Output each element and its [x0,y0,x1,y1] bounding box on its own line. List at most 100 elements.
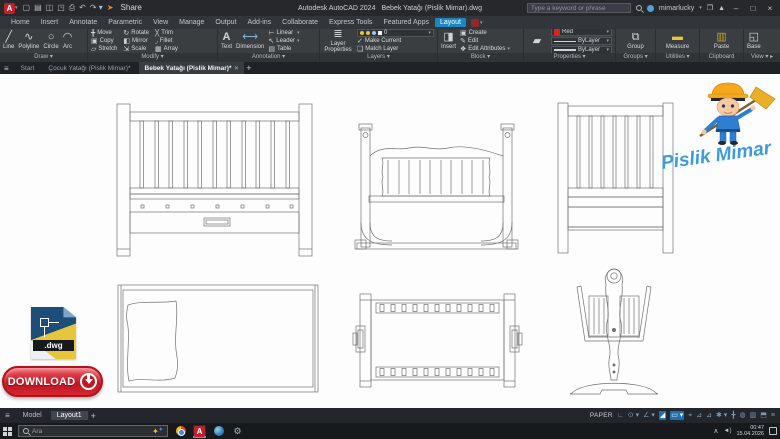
autodesk-icon[interactable]: ▲ [718,5,725,12]
panel-label-groups[interactable]: Groups ▾ [616,53,655,62]
notification-center-icon[interactable] [769,427,777,435]
close-button[interactable]: × [764,4,776,13]
layer-properties-tool[interactable]: ≣Layer Properties [323,29,353,53]
maximize-button[interactable]: □ [747,4,759,13]
saveas-icon[interactable]: ◳ [57,3,65,13]
layer-dropdown[interactable]: 0 ▾ [357,29,434,37]
chrome-taskbar-icon[interactable] [174,425,187,438]
crib-plan-view[interactable] [118,285,318,392]
copy-tool[interactable]: ▣Copy [91,38,117,45]
isolate-icon[interactable]: ◍ [740,411,746,420]
tab-output[interactable]: Output [210,18,241,27]
edit-block-tool[interactable]: ✎Edit [460,38,510,45]
doc-tab-close-icon[interactable]: × [234,65,238,72]
leader-tool[interactable]: ↖Leader▾ [268,38,299,45]
tab-insert[interactable]: Insert [36,18,64,27]
polar-icon[interactable]: ∠ ▾ [643,411,655,420]
graphics-icon[interactable]: ▥ [750,411,757,420]
start-button[interactable] [3,427,12,436]
avatar[interactable] [647,5,654,12]
panel-label-utilities[interactable]: Utilities ▾ [656,53,699,62]
circle-tool[interactable]: ○Circle [43,32,58,50]
doc-tabs-menu-icon[interactable]: ≡ [4,64,9,73]
layout1-tab[interactable]: Layout1 [51,411,88,420]
help-search-input[interactable] [527,3,631,13]
doc-tab-bebek-yatagi[interactable]: Bebek Yatağı (Pislik Mimar)* × [139,62,245,74]
color-dropdown[interactable]: Red▾ [551,29,612,36]
lineweight-dropdown[interactable]: ByLayer▾ [551,46,612,53]
linetype-dropdown[interactable]: ByLayer▾ [551,37,612,45]
make-current-tool[interactable]: ✓Make Current [357,38,434,45]
volume-icon[interactable]: ◄) [724,428,732,434]
taskbar-search-input[interactable] [32,428,132,435]
layout-menu-icon[interactable]: ≡ [5,411,10,420]
lineweight-display-icon[interactable]: ⌖ [688,411,692,420]
snap-icon[interactable]: ⊙ ▾ [628,411,639,420]
new-drawing-icon[interactable]: + [246,63,251,73]
insert-tool[interactable]: ◨Insert [441,32,456,50]
osnap-icon[interactable]: ▭ ▾ [670,411,684,420]
workspace-icon[interactable] [471,19,479,27]
tab-manage[interactable]: Manage [174,18,209,27]
tab-express-tools[interactable]: Express Tools [324,18,377,27]
tab-collaborate[interactable]: Collaborate [277,18,323,27]
autocad-taskbar-icon[interactable]: A [193,425,206,438]
doc-tab-start[interactable]: Start [15,62,41,74]
tab-annotate[interactable]: Annotate [64,18,102,27]
panel-label-properties[interactable]: Properties ▾ [524,53,615,62]
tab-home[interactable]: Home [6,18,35,27]
arc-tool[interactable]: ◠Arc [63,32,73,50]
scale-tool[interactable]: ⇲Scale [123,46,149,53]
crib-end-view[interactable] [558,103,673,253]
polyline-tool[interactable]: ∿Polyline [18,32,39,50]
panel-label-draw[interactable]: Draw ▾ [0,53,87,62]
new-layout-icon[interactable]: + [91,411,96,421]
plot-icon[interactable]: ⎙ [69,3,75,13]
share-icon[interactable]: ➤ [107,3,114,13]
workspace-switch-icon[interactable]: ✱ ▾ [716,411,727,420]
panel-label-block[interactable]: Block ▾ [438,53,523,62]
annotation-scale-icon[interactable]: ⊿ [696,411,702,420]
table-tool[interactable]: ▤Table [268,46,299,53]
customize-icon[interactable]: ≡ [771,411,775,420]
text-tool[interactable]: AText [221,32,232,50]
cradle-side-view[interactable] [355,124,518,249]
crosshair-icon[interactable]: ╋ [731,411,735,420]
user-name[interactable]: mimarlucky [659,5,694,12]
cradle-top-view[interactable] [353,294,522,387]
new-icon[interactable]: ▢ [23,3,31,13]
tab-parametric[interactable]: Parametric [103,18,147,27]
trim-tool[interactable]: ╳Trim [155,30,178,37]
taskbar-clock[interactable]: 00:47 15.04.2026 [736,425,764,437]
match-layer-tool[interactable]: ❏Match Layer [357,46,434,53]
measure-tool[interactable]: ▬Measure [666,32,689,50]
linear-tool[interactable]: ⊢Linear▾ [268,30,299,37]
minimize-button[interactable]: – [730,4,742,13]
app-menu-icon[interactable]: A [4,3,15,14]
drawing-canvas[interactable]: Pislik Mimar .dwg DOWNLOAD [0,74,780,408]
share-button[interactable]: Share [121,3,142,13]
edit-attributes-tool[interactable]: ❖Edit Attributes▾ [460,46,510,53]
rotate-tool[interactable]: ↻Rotate [123,30,149,37]
line-tool[interactable]: ╱Line [3,32,14,50]
tab-addins[interactable]: Add-ins [242,18,276,27]
panel-label-clipboard[interactable]: Clipboard [700,53,743,62]
fullscreen-icon[interactable]: ⬒ [760,411,767,420]
move-tool[interactable]: ╋Move [91,30,117,37]
tray-expand-icon[interactable]: ∧ [713,427,718,435]
model-tab[interactable]: Model [17,411,48,420]
mirror-tool[interactable]: ◧Mirror [123,38,149,45]
taskbar-search[interactable]: ✦✦ [18,425,168,437]
settings-taskbar-icon[interactable]: ⚙ [231,425,244,438]
tab-featured-apps[interactable]: Featured Apps [378,18,434,27]
user-caret-icon[interactable]: ▾ [699,5,702,11]
annotation-visibility-icon[interactable]: ⊿ [706,411,712,420]
grid-icon[interactable]: ∟ [617,411,624,420]
stretch-tool[interactable]: ▱Stretch [91,46,117,53]
dimension-tool[interactable]: ⟷Dimension [236,32,264,50]
fillet-tool[interactable]: ◞Fillet [155,38,178,45]
dwg-file-icon[interactable]: .dwg [31,307,76,359]
workspace-caret-icon[interactable]: ▾ [480,20,483,26]
cradle-end-view[interactable] [570,269,658,394]
panel-label-view[interactable]: View ▾ ▸ [744,53,780,62]
